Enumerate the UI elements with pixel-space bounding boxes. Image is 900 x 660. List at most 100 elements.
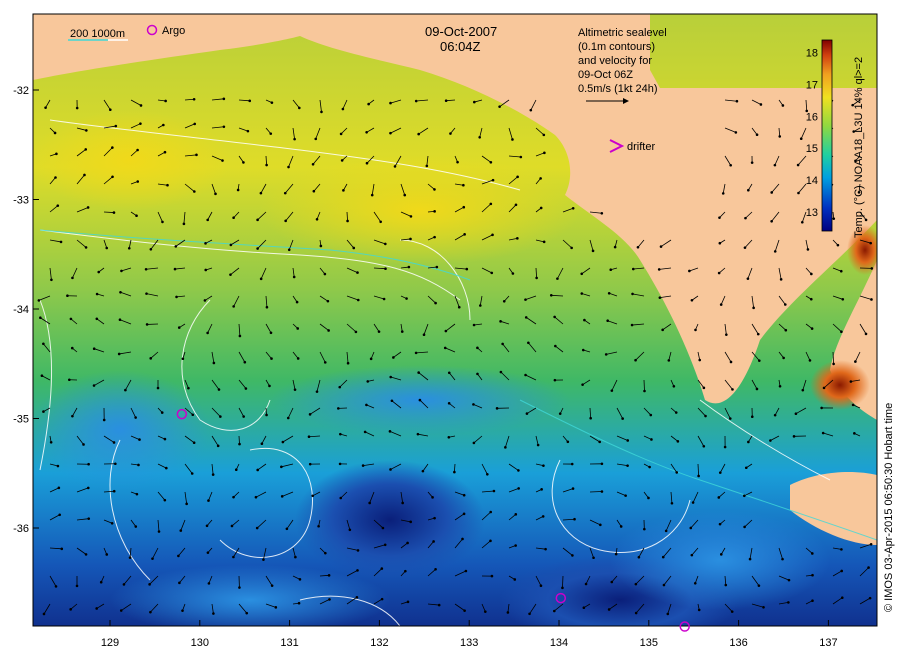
velocity-arrow-head (516, 175, 519, 179)
velocity-arrow-head (127, 246, 131, 250)
velocity-arrow-head (315, 217, 319, 221)
velocity-arrow-head (637, 555, 641, 559)
sst-map: 129 130 131 132 133 134 135 136 137 -32 -33 -34 -35… (13, 13, 895, 649)
velocity-arrow-head (782, 356, 785, 360)
velocity-arrow-head (206, 551, 210, 554)
velocity-arrow-head (698, 358, 702, 362)
map-date: 09-Oct-2007 (425, 24, 497, 39)
velocity-arrow-head (260, 442, 264, 446)
velocity-arrow-head (425, 164, 429, 168)
velocity-arrow-head (864, 218, 868, 222)
velocity-arrow-head (393, 165, 397, 168)
velocity-arrow-head (434, 567, 437, 571)
velocity-arrow-head (270, 584, 274, 587)
velocity-arrow-head (294, 555, 297, 559)
velocity-arrow-head (243, 360, 247, 364)
velocity-arrow-head (338, 385, 342, 389)
velocity-arrow-head (581, 383, 584, 386)
velocity-arrow-head (383, 543, 387, 547)
velocity-arrow-head (83, 173, 86, 177)
velocity-arrow-head (37, 299, 41, 302)
velocity-arrow-head (221, 159, 224, 162)
velocity-arrow-head (453, 470, 456, 474)
velocity-arrow-head (179, 529, 183, 532)
colorbar-tick-label: 17 (806, 80, 818, 92)
velocity-arrow-head (181, 357, 185, 361)
velocity-arrow-head (725, 333, 728, 336)
velocity-arrow-head (797, 191, 800, 195)
x-tick-label: 129 (101, 637, 119, 649)
x-tick-label: 137 (819, 637, 837, 649)
velocity-arrow-head (280, 465, 283, 469)
velocity-arrow-head (864, 332, 868, 336)
velocity-arrow-head (840, 569, 843, 573)
velocity-arrow-head (207, 582, 211, 585)
velocity-arrow-head (105, 246, 109, 250)
velocity-arrow-head (491, 233, 494, 237)
velocity-arrow-head (265, 413, 268, 417)
velocity-arrow-head (177, 326, 181, 329)
velocity-arrow-head (492, 489, 496, 493)
velocity-arrow-head (203, 299, 207, 302)
x-tick-label: 135 (640, 637, 658, 649)
velocity-arrow-head (71, 414, 74, 418)
velocity-arrow-head (92, 384, 96, 387)
velocity-arrow-head (758, 359, 761, 362)
velocity-arrow-head (432, 540, 435, 543)
velocity-arrow-head (610, 580, 614, 584)
velocity-arrow-head (409, 520, 412, 524)
velocity-arrow-head (666, 612, 670, 616)
velocity-arrow-head (770, 219, 773, 223)
credit-text: © IMOS 03-Apr-2015 06:50:30 Hobart time (883, 403, 895, 612)
velocity-arrow-head (365, 403, 368, 407)
velocity-arrow-head (409, 215, 413, 218)
velocity-arrow-head (192, 441, 196, 445)
velocity-arrow-head (50, 278, 53, 282)
velocity-arrow-head (236, 188, 240, 192)
colorbar-tick-label: 14 (806, 175, 818, 187)
altimetry-line-1: Altimetric sealevel (578, 27, 667, 39)
velocity-arrow-head (778, 135, 782, 138)
velocity-arrow-head (571, 554, 574, 557)
velocity-arrow-head (571, 487, 575, 490)
velocity-arrow-head (536, 443, 540, 447)
velocity-arrow-head (368, 501, 371, 505)
velocity-arrow-head (234, 468, 238, 471)
velocity-arrow-head (750, 415, 754, 419)
velocity-arrow-head (314, 137, 318, 141)
velocity-arrow-head (388, 430, 392, 433)
velocity-arrow-head (543, 151, 546, 155)
velocity-arrow-head (634, 358, 637, 362)
velocity-arrow-head (366, 380, 370, 383)
velocity-arrow-head (286, 416, 290, 420)
velocity-arrow-head (296, 327, 300, 330)
velocity-arrow-head (163, 437, 167, 441)
velocity-arrow-head (849, 380, 853, 383)
velocity-arrow-head (341, 107, 345, 111)
velocity-arrow-head (661, 328, 664, 332)
velocity-arrow-head (693, 581, 697, 585)
velocity-arrow-head (75, 106, 79, 110)
velocity-arrow-head (95, 317, 99, 321)
velocity-arrow-head (499, 320, 502, 323)
velocity-arrow-head (285, 527, 289, 531)
velocity-arrow-head (647, 496, 650, 500)
colorbar-tick-label: 16 (806, 111, 818, 123)
velocity-arrow-head (583, 318, 586, 322)
velocity-arrow-head (431, 496, 434, 499)
velocity-arrow-head (489, 161, 493, 164)
velocity-arrow-head (148, 583, 151, 586)
velocity-arrow-head (476, 372, 479, 376)
velocity-arrow-head (222, 97, 226, 101)
velocity-arrow-head (111, 146, 114, 149)
x-tick-label: 136 (729, 637, 747, 649)
velocity-arrow-head (868, 596, 872, 600)
velocity-arrow-head (246, 129, 250, 133)
velocity-arrow-head (489, 202, 493, 206)
velocity-arrow-head (689, 526, 693, 530)
velocity-arrow-head (743, 525, 746, 529)
velocity-arrow-head (284, 219, 287, 223)
velocity-arrow-head (853, 432, 856, 435)
plot-area (33, 14, 877, 626)
velocity-arrow-head (269, 132, 273, 135)
